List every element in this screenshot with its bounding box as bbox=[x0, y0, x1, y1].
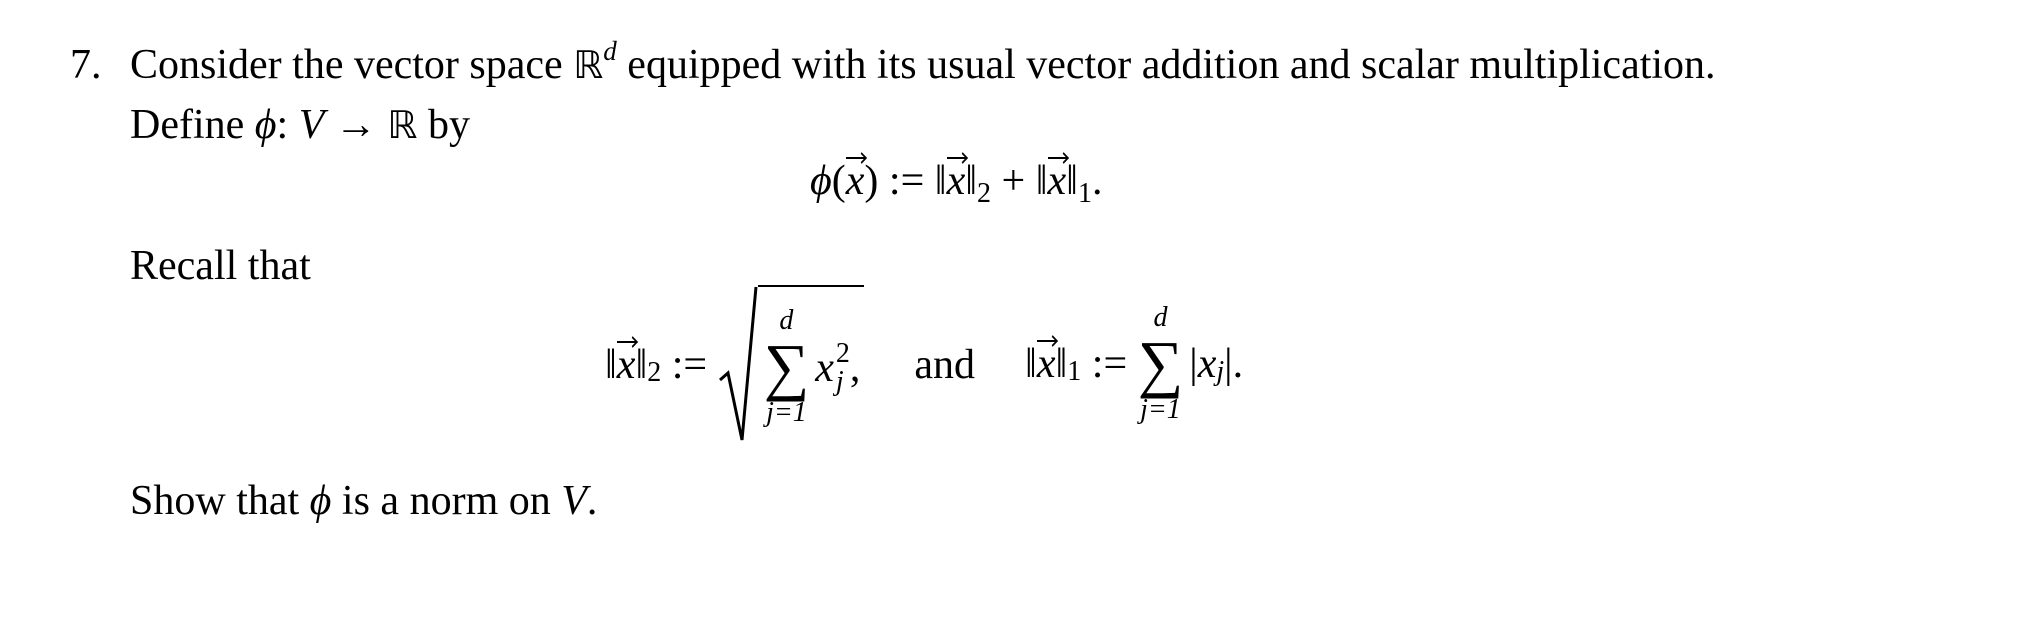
conclusion-text: Show that ϕ is a norm on V. bbox=[130, 480, 597, 522]
l2-norm-definition: ‖ x ‖ 2 := d ∑ j=1 x2j, bbox=[605, 284, 865, 445]
phi-definition-formula: ϕ(x) := ‖ x‖2 + ‖ x‖1. bbox=[810, 152, 1103, 208]
real-numbers-symbol: ℝ bbox=[387, 103, 418, 147]
recall-text: Recall that bbox=[130, 243, 311, 289]
vector-x: x bbox=[946, 152, 968, 202]
phi-symbol: ϕ bbox=[254, 102, 277, 148]
norm-bar: ‖ bbox=[1035, 158, 1048, 204]
sum-lower-limit: j=1 bbox=[1140, 393, 1181, 425]
norm-subscript-2: 2 bbox=[977, 178, 992, 209]
close-paren: ) bbox=[864, 158, 879, 204]
dimension-exponent: d bbox=[603, 36, 617, 66]
vector-arrow-icon bbox=[616, 335, 638, 348]
vector-x: x bbox=[845, 152, 867, 202]
norm-subscript-2: 2 bbox=[647, 356, 662, 388]
problem-statement-line-1: Consider the vector space ℝd equipped wi… bbox=[130, 38, 1716, 88]
term-subscript: j bbox=[835, 365, 844, 397]
vector-x: x bbox=[616, 335, 638, 386]
norm-bar: ‖ bbox=[1025, 341, 1037, 388]
phi-symbol: ϕ bbox=[309, 478, 332, 524]
sigma-symbol: ∑ bbox=[1137, 328, 1184, 400]
norm-subscript-1: 1 bbox=[1077, 178, 1092, 209]
statement-text: Consider the vector space bbox=[130, 42, 574, 88]
norm-bar: ‖ bbox=[605, 341, 617, 388]
vector-x: x bbox=[1047, 152, 1069, 202]
norm-definitions: ‖ x ‖ 2 := d ∑ j=1 x2j, and ‖ x ‖ 1 := d ∑ j=1… bbox=[605, 282, 1243, 447]
norm-bar: ‖ bbox=[1066, 158, 1078, 204]
assign-symbol: := bbox=[661, 341, 718, 388]
abs-bar: | bbox=[1189, 341, 1198, 388]
statement-text: Show that bbox=[130, 478, 310, 524]
term-subscript: j bbox=[1216, 356, 1225, 388]
statement-text: Define bbox=[130, 102, 255, 148]
vector-arrow-icon bbox=[1047, 152, 1069, 164]
radicand: d ∑ j=1 x2j, bbox=[757, 284, 865, 445]
arrow-symbol: → bbox=[334, 102, 377, 148]
statement-text: is a norm on bbox=[331, 478, 562, 524]
assign-symbol: := bbox=[1081, 341, 1138, 388]
problem-statement-line-2: Define ϕ: V → ℝ by bbox=[130, 104, 470, 146]
norm-bar: ‖ bbox=[1055, 341, 1068, 388]
statement-text: equipped with its usual vector addition … bbox=[616, 42, 1716, 88]
problem-number: 7. bbox=[70, 42, 102, 88]
vector-arrow-icon bbox=[1036, 335, 1058, 348]
vector-x: x bbox=[1036, 335, 1058, 385]
norm-bar: ‖ bbox=[934, 158, 947, 204]
summation: d ∑ j=1 bbox=[763, 305, 810, 428]
square-root: d ∑ j=1 x2j, bbox=[718, 284, 865, 445]
sigma-symbol: ∑ bbox=[763, 331, 810, 403]
phi-symbol: ϕ bbox=[810, 158, 832, 204]
period: . bbox=[1091, 158, 1103, 204]
comma: , bbox=[849, 344, 861, 391]
assign-symbol: := bbox=[878, 158, 935, 204]
statement-text: by bbox=[417, 102, 470, 148]
period: . bbox=[586, 478, 598, 524]
vector-arrow-icon bbox=[946, 152, 968, 164]
term-x: x bbox=[1197, 341, 1217, 388]
space-symbol: V bbox=[561, 478, 587, 524]
open-paren: ( bbox=[831, 158, 846, 204]
term-exponent: 2 bbox=[835, 337, 850, 369]
plus-symbol: + bbox=[991, 158, 1036, 204]
period: . bbox=[1232, 341, 1244, 388]
connector-and: and bbox=[914, 341, 976, 388]
norm-subscript-1: 1 bbox=[1067, 356, 1082, 388]
norm-bar: ‖ bbox=[965, 158, 978, 204]
real-numbers-symbol: ℝ bbox=[573, 43, 604, 87]
norm-bar: ‖ bbox=[635, 341, 648, 388]
vector-arrow-icon bbox=[845, 152, 867, 164]
term-scripts: 2j bbox=[835, 337, 850, 397]
domain-symbol: V bbox=[298, 102, 325, 148]
l1-norm-definition: ‖ x ‖ 1 := d ∑ j=1 | x j |. bbox=[1025, 302, 1244, 425]
term-x: x bbox=[815, 344, 834, 391]
summation: d ∑ j=1 bbox=[1137, 302, 1184, 425]
sum-lower-limit: j=1 bbox=[766, 396, 807, 428]
radical-sign-icon bbox=[718, 285, 758, 445]
colon: : bbox=[276, 102, 289, 148]
abs-bar: | bbox=[1224, 341, 1233, 388]
